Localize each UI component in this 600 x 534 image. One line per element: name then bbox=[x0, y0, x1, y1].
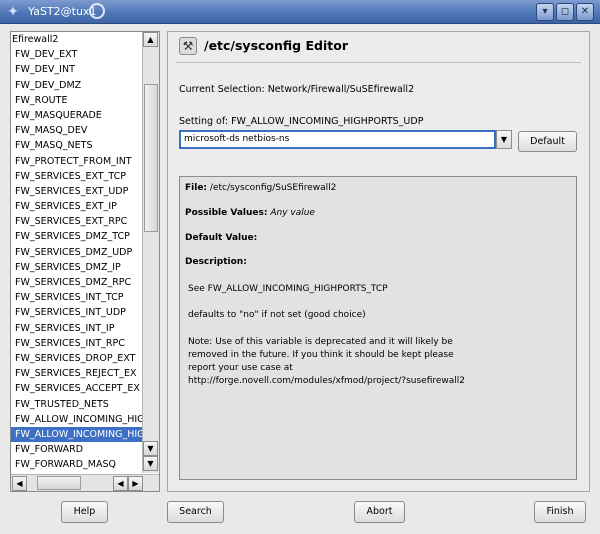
yast-app-icon: ✦ bbox=[7, 4, 19, 20]
scroll-right-button[interactable]: ▶ bbox=[128, 476, 143, 491]
setting-label: Setting of: FW_ALLOW_INCOMING_HIGHPORTS_… bbox=[179, 116, 424, 127]
file-label: File: bbox=[185, 183, 208, 193]
list-item[interactable]: FW_ALLOW_INCOMING_HIG bbox=[11, 412, 142, 427]
list-item[interactable]: FW_PROTECT_FROM_INT bbox=[11, 154, 142, 169]
list-item[interactable]: FW_SERVICES_INT_TCP bbox=[11, 290, 142, 305]
scroll-left-button[interactable]: ◀ bbox=[12, 476, 27, 491]
vertical-scrollbar[interactable]: ▲ ▼ ▼ bbox=[142, 32, 159, 473]
default-button[interactable]: Default bbox=[518, 131, 577, 152]
possible-values-label: Possible Values: bbox=[185, 208, 268, 218]
divider bbox=[176, 62, 581, 63]
horizontal-scrollbar[interactable]: ◀ ◀ ▶ bbox=[11, 474, 159, 491]
list-item[interactable]: FW_SERVICES_EXT_IP bbox=[11, 199, 142, 214]
search-button[interactable]: Search bbox=[167, 501, 224, 523]
horizontal-scroll-thumb[interactable] bbox=[37, 476, 81, 490]
list-item[interactable]: FW_SERVICES_ACCEPT_EX bbox=[11, 381, 142, 396]
maximize-button[interactable]: ◻ bbox=[556, 3, 574, 21]
page-title: /etc/sysconfig Editor bbox=[204, 38, 348, 53]
description-label: Description: bbox=[185, 257, 247, 267]
list-item[interactable]: FW_SERVICES_DMZ_TCP bbox=[11, 229, 142, 244]
abort-button[interactable]: Abort bbox=[354, 501, 405, 523]
list-item[interactable]: FW_FORWARD bbox=[11, 442, 142, 457]
list-item[interactable]: FW_ROUTE bbox=[11, 93, 142, 108]
possible-values-info: Possible Values: Any value bbox=[185, 208, 315, 218]
list-item[interactable]: FW_DEV_INT bbox=[11, 62, 142, 77]
list-item[interactable]: FW_SERVICES_DMZ_IP bbox=[11, 260, 142, 275]
close-button[interactable]: ✕ bbox=[576, 3, 594, 21]
wrench-icon: ⚒ bbox=[179, 37, 197, 55]
description-line: removed in the future. If you think it s… bbox=[188, 350, 454, 360]
minimize-button[interactable]: ▾ bbox=[536, 3, 554, 21]
list-item[interactable]: FW_SERVICES_DROP_EXT bbox=[11, 351, 142, 366]
description-heading: Description: bbox=[185, 257, 247, 267]
list-item[interactable]: FW_ALLOW_INCOMING_HIG bbox=[11, 426, 142, 443]
variable-list[interactable]: Efirewall2 FW_DEV_EXT FW_DEV_INT FW_DEV_DMZ… bbox=[11, 32, 142, 473]
scroll-down-button[interactable]: ▼ bbox=[143, 456, 158, 471]
list-item[interactable]: FW_DEV_EXT bbox=[11, 47, 142, 62]
list-item[interactable]: FW_SERVICES_INT_IP bbox=[11, 321, 142, 336]
description-line: Note: Use of this variable is deprecated… bbox=[188, 337, 453, 347]
list-item[interactable]: Efirewall2 bbox=[11, 32, 142, 47]
default-value-label: Default Value: bbox=[185, 233, 258, 243]
scroll-up-button[interactable]: ▲ bbox=[143, 32, 158, 47]
list-item[interactable]: FW_FORWARD_MASQ bbox=[11, 457, 142, 472]
description-line: defaults to "no" if not set (good choice… bbox=[188, 310, 366, 320]
suse-logo-icon bbox=[89, 3, 105, 19]
file-value: /etc/sysconfig/SuSEfirewall2 bbox=[209, 183, 337, 193]
scroll-left-arrow-button[interactable]: ◀ bbox=[113, 476, 128, 491]
list-item[interactable]: FW_SERVICES_INT_UDP bbox=[11, 305, 142, 320]
list-item[interactable]: FW_SERVICES_EXT_UDP bbox=[11, 184, 142, 199]
vertical-scroll-thumb[interactable] bbox=[144, 84, 158, 232]
info-box bbox=[179, 176, 577, 480]
list-item[interactable]: FW_TRUSTED_NETS bbox=[11, 397, 142, 412]
list-item[interactable]: FW_SERVICES_EXT_RPC bbox=[11, 214, 142, 229]
description-line: See FW_ALLOW_INCOMING_HIGHPORTS_TCP bbox=[188, 284, 388, 294]
chevron-down-icon[interactable]: ▼ bbox=[496, 130, 512, 149]
possible-values-value: Any value bbox=[270, 208, 315, 218]
window-title: YaST2@tux1 bbox=[28, 5, 97, 18]
list-item[interactable]: FW_MASQUERADE bbox=[11, 108, 142, 123]
file-info: File: /etc/sysconfig/SuSEfirewall2 bbox=[185, 183, 336, 193]
list-item[interactable]: FW_SERVICES_REJECT_EX bbox=[11, 366, 142, 381]
list-item[interactable]: FW_MASQ_DEV bbox=[11, 123, 142, 138]
default-value-info: Default Value: bbox=[185, 233, 257, 243]
window-titlebar: ✦ YaST2@tux1 ▾ ◻ ✕ bbox=[0, 0, 600, 24]
scroll-down-arrow-button[interactable]: ▼ bbox=[143, 441, 158, 456]
description-line: report your use case at bbox=[188, 363, 293, 373]
list-item[interactable]: FW_SERVICES_DMZ_UDP bbox=[11, 245, 142, 260]
list-item[interactable]: FW_MASQ_NETS bbox=[11, 138, 142, 153]
list-item[interactable]: FW_DEV_DMZ bbox=[11, 78, 142, 93]
setting-value-input[interactable]: microsoft-ds netbios-ns bbox=[179, 130, 496, 149]
list-item[interactable]: FW_SERVICES_INT_RPC bbox=[11, 336, 142, 351]
list-item[interactable]: FW_SERVICES_DMZ_RPC bbox=[11, 275, 142, 290]
variable-list-panel: Efirewall2 FW_DEV_EXT FW_DEV_INT FW_DEV_DMZ… bbox=[10, 31, 160, 492]
help-button[interactable]: Help bbox=[61, 501, 108, 523]
description-line: http://forge.novell.com/modules/xfmod/pr… bbox=[188, 376, 466, 386]
list-item[interactable]: FW_SERVICES_EXT_TCP bbox=[11, 169, 142, 184]
finish-button[interactable]: Finish bbox=[534, 501, 586, 523]
current-selection-label: Current Selection: Network/Firewall/SuSE… bbox=[179, 84, 415, 95]
